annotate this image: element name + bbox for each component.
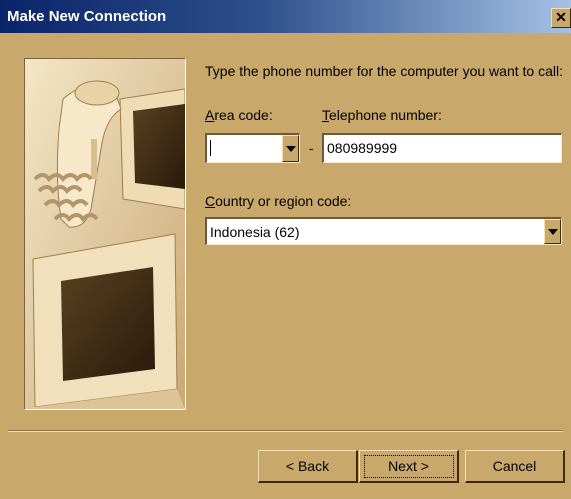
area-code-label: Area code: bbox=[205, 107, 273, 123]
instruction-text: Type the phone number for the computer y… bbox=[205, 63, 563, 79]
country-code-dropdown[interactable]: Indonesia (62) bbox=[205, 217, 562, 245]
chevron-down-icon[interactable] bbox=[282, 135, 299, 162]
cancel-button[interactable]: Cancel bbox=[465, 450, 565, 483]
text-caret bbox=[210, 140, 211, 156]
close-button[interactable]: ✕ bbox=[551, 8, 571, 28]
close-icon: ✕ bbox=[555, 9, 567, 25]
title-bar[interactable]: Make New Connection ✕ bbox=[0, 0, 571, 33]
telephone-number-value: 080989999 bbox=[327, 140, 398, 156]
area-code-dropdown[interactable] bbox=[205, 133, 300, 163]
next-button[interactable]: Next > bbox=[359, 450, 459, 483]
country-code-label: Country or region code: bbox=[205, 193, 352, 209]
telephone-number-label: Telephone number: bbox=[322, 107, 442, 123]
window-title: Make New Connection bbox=[7, 8, 167, 25]
telephone-number-input[interactable]: 080989999 bbox=[322, 133, 562, 163]
divider bbox=[8, 430, 563, 432]
computers-telephone-illustration bbox=[25, 59, 185, 409]
back-button[interactable]: < Back bbox=[258, 450, 358, 483]
chevron-down-icon[interactable] bbox=[544, 219, 561, 244]
phone-separator: - bbox=[309, 140, 314, 156]
country-code-value: Indonesia (62) bbox=[210, 224, 300, 240]
computers-telephone-image bbox=[24, 58, 186, 410]
